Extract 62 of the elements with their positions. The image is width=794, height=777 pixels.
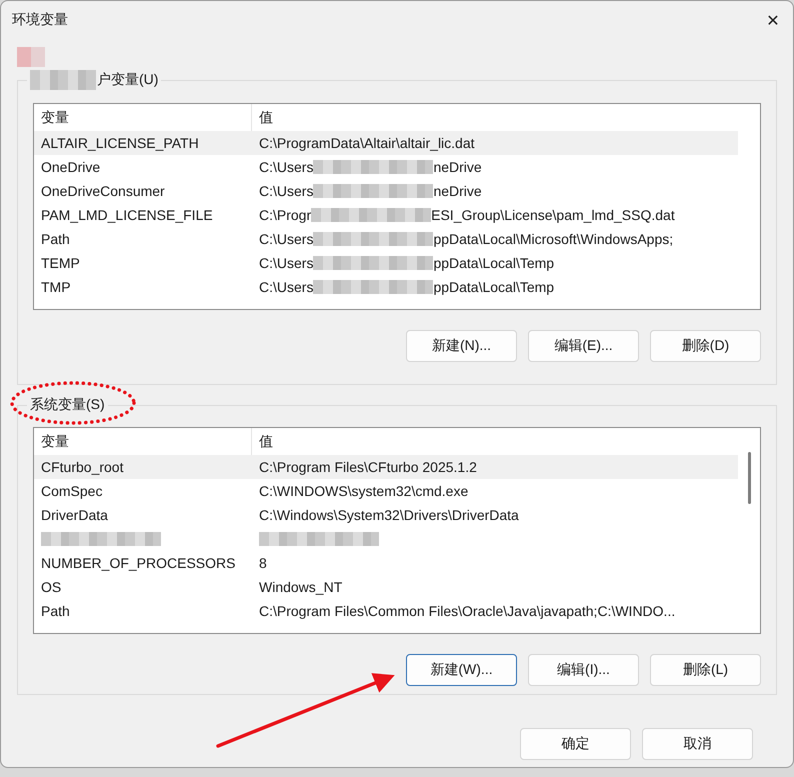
variable-value: C:\Program Files\Common Files\Oracle\Java\javapath;C:\WINDO... [259, 603, 676, 619]
variable-name: PAM_LMD_LICENSE_FILE [41, 207, 213, 223]
list-row[interactable]: Path C:\Users ppData\Local\Microsoft\WindowsApps; [34, 227, 738, 251]
variable-name: Path [41, 603, 70, 619]
variable-value: C:\Users [259, 159, 314, 175]
window-title: 环境变量 [12, 11, 68, 29]
list-row[interactable]: Path C:\Program Files\Common Files\Oracle\Java\javapath;C:\WINDO... [34, 599, 738, 623]
variable-value: neDrive [433, 183, 482, 199]
column-header[interactable]: 值 [252, 104, 738, 131]
dialog-button[interactable]: 编辑(I)... [528, 654, 639, 686]
dialog-button[interactable]: 删除(L) [650, 654, 761, 686]
variable-value: ppData\Local\Temp [433, 255, 554, 271]
variable-value: C:\WINDOWS\system32\cmd.exe [259, 483, 468, 499]
column-header[interactable]: 值 [252, 428, 738, 455]
list-row[interactable]: ComSpec C:\WINDOWS\system32\cmd.exe [34, 479, 738, 503]
dialog-button[interactable]: 新建(N)... [406, 330, 517, 362]
list-row[interactable]: OS Windows_NT [34, 575, 738, 599]
variable-value: ppData\Local\Microsoft\WindowsApps; [433, 231, 674, 247]
list-row[interactable]: PAM_LMD_LICENSE_FILE C:\Progr ESI_Group\License\pam_lmd_SSQ.dat [34, 203, 738, 227]
list-row[interactable]: TEMP C:\Users ppData\Local\Temp [34, 251, 738, 275]
variable-value: C:\Users [259, 183, 314, 199]
close-button[interactable]: ✕ [753, 2, 793, 38]
variable-name: Path [41, 231, 70, 247]
list-row[interactable]: OneDrive C:\Users neDrive [34, 155, 738, 179]
variable-value: 8 [259, 555, 267, 571]
list-row[interactable]: ALTAIR_LICENSE_PATH C:\ProgramData\Altair\altair_lic.dat [34, 131, 738, 155]
variable-name: CFturbo_root [41, 459, 124, 475]
dialog-button[interactable]: 删除(D) [650, 330, 761, 362]
variable-value: C:\Progr [259, 207, 312, 223]
variable-value: C:\ProgramData\Altair\altair_lic.dat [259, 135, 475, 151]
group-label: 系统变量(S) [30, 396, 105, 414]
variable-name: ComSpec [41, 483, 102, 499]
variable-name: OS [41, 579, 62, 595]
variable-value: ESI_Group\License\pam_lmd_SSQ.dat [431, 207, 675, 223]
variable-value: C:\Users [259, 279, 314, 295]
list-row[interactable]: NUMBER_OF_PROCESSORS 8 [34, 551, 738, 575]
variable-value: C:\Users [259, 255, 314, 271]
list-row[interactable]: OneDriveConsumer C:\Users neDrive [34, 179, 738, 203]
dialog-button[interactable]: 编辑(E)... [528, 330, 639, 362]
list-row[interactable]: DriverData C:\Windows\System32\Drivers\DriverData [34, 503, 738, 527]
variable-name: OneDrive [41, 159, 100, 175]
variable-name: TMP [41, 279, 71, 295]
variable-name: TEMP [41, 255, 80, 271]
variable-name: ALTAIR_LICENSE_PATH [41, 135, 199, 151]
blurred-patch [17, 47, 45, 67]
group-label: 户变量(U) [97, 71, 158, 89]
dialog-button[interactable]: 新建(W)... [406, 654, 517, 686]
variable-name: DriverData [41, 507, 108, 523]
blurred-patch [30, 70, 96, 90]
list-row[interactable]: CFturbo_root C:\Program Files\CFturbo 2025.1.2 [34, 455, 738, 479]
variable-name: OneDriveConsumer [41, 183, 165, 199]
variable-value: C:\Users [259, 231, 314, 247]
dialog-button[interactable]: 确定 [520, 728, 631, 760]
list-row[interactable]: TMP C:\Users ppData\Local\Temp [34, 275, 738, 299]
scrollbar-thumb[interactable] [748, 452, 750, 504]
dialog-button[interactable]: 取消 [642, 728, 753, 760]
variable-value: neDrive [433, 159, 482, 175]
variable-value: C:\Program Files\CFturbo 2025.1.2 [259, 459, 477, 475]
variable-value: ppData\Local\Temp [433, 279, 554, 295]
variable-value: Windows_NT [259, 579, 342, 595]
variable-name: NUMBER_OF_PROCESSORS [41, 555, 236, 571]
variable-value: C:\Windows\System32\Drivers\DriverData [259, 507, 519, 523]
